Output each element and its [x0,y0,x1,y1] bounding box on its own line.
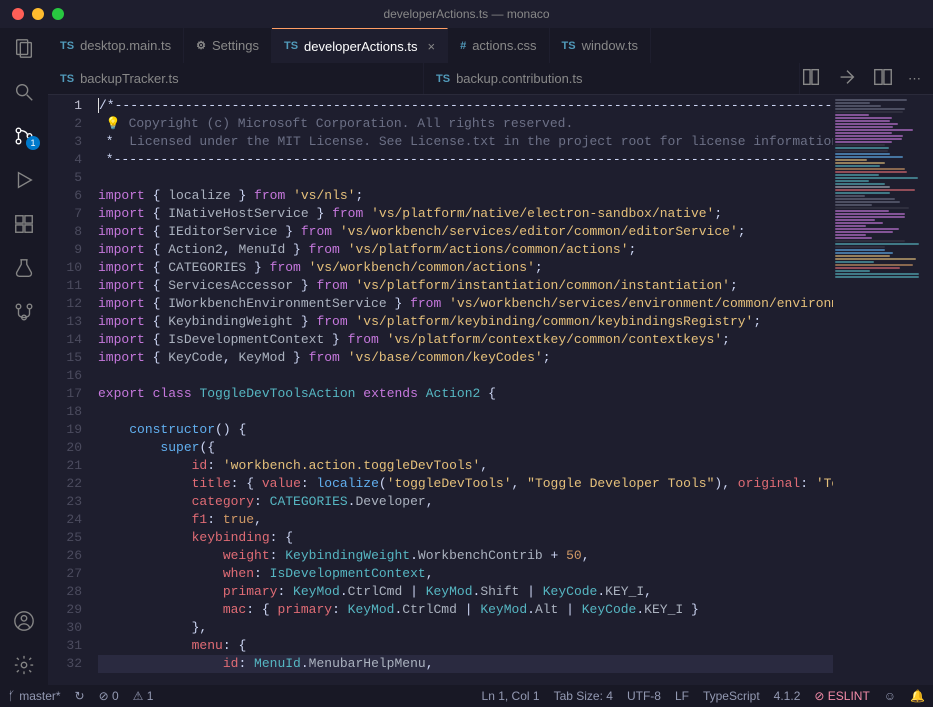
titlebar: developerActions.ts — monaco [0,0,933,28]
file-type-icon: TS [562,40,576,52]
split-icon[interactable] [872,66,894,91]
window-title: developerActions.ts — monaco [383,7,549,21]
tab-label: developerActions.ts [304,39,417,54]
sync-item[interactable]: ↻ [75,689,85,703]
line-gutter: 1234567891011121314151617181920212223242… [48,95,98,685]
tab-label: backupTracker.ts [80,71,179,86]
file-type-icon: TS [436,73,450,85]
window-minimize[interactable] [32,8,44,20]
tab-label: Settings [212,38,259,53]
testing-icon[interactable] [12,256,36,280]
close-icon[interactable]: × [427,39,435,54]
tab[interactable]: TS window.ts [550,28,651,63]
tab[interactable]: TS backup.contribution.ts [424,63,800,94]
tab[interactable]: # actions.css [448,28,549,63]
statusbar: ᚶ master* ↻ ⊘ 0 ⚠ 1 Ln 1, Col 1 Tab Size… [0,685,933,707]
tab-size[interactable]: Tab Size: 4 [554,689,613,703]
minimap[interactable] [833,95,933,685]
tab[interactable]: TS backupTracker.ts [48,63,424,94]
activity-bar: 1 [0,28,48,685]
tab-label: window.ts [582,38,638,53]
bell-icon[interactable]: 🔔 [910,689,925,703]
editor[interactable]: 1234567891011121314151617181920212223242… [48,95,933,685]
tab-label: desktop.main.ts [80,38,171,53]
tab[interactable]: TS developerActions.ts × [272,28,448,63]
file-type-icon: ⚙ [196,39,206,52]
tabs-secondary: TS backupTracker.ts TS backup.contribution.… [48,63,933,95]
tab-label: actions.css [472,38,536,53]
file-type-icon: # [460,40,466,52]
open-changes-icon[interactable] [800,66,822,91]
eslint-status[interactable]: ⊘ ESLINT [814,689,869,703]
scm-icon[interactable]: 1 [12,124,36,148]
file-type-icon: TS [60,40,74,52]
tab[interactable]: ⚙ Settings [184,28,272,63]
account-icon[interactable] [12,609,36,633]
references-icon[interactable] [12,300,36,324]
debug-icon[interactable] [12,168,36,192]
file-type-icon: TS [60,73,74,85]
errors-item[interactable]: ⊘ 0 [99,689,119,703]
cursor-position[interactable]: Ln 1, Col 1 [482,689,540,703]
window-maximize[interactable] [52,8,64,20]
settings-icon[interactable] [12,653,36,677]
scm-badge: 1 [26,136,40,150]
explorer-icon[interactable] [12,36,36,60]
compare-icon[interactable] [836,66,858,91]
ts-version[interactable]: 4.1.2 [774,689,801,703]
extensions-icon[interactable] [12,212,36,236]
eol[interactable]: LF [675,689,689,703]
search-icon[interactable] [12,80,36,104]
tab[interactable]: TS desktop.main.ts [48,28,184,63]
more-icon[interactable]: ⋯ [908,71,921,87]
tab-label: backup.contribution.ts [456,71,582,86]
encoding[interactable]: UTF-8 [627,689,661,703]
file-type-icon: TS [284,40,298,52]
warnings-item[interactable]: ⚠ 1 [133,689,154,703]
branch-item[interactable]: ᚶ master* [8,689,61,703]
language-mode[interactable]: TypeScript [703,689,760,703]
feedback-icon[interactable]: ☺ [884,689,896,703]
tabs-primary: TS desktop.main.ts ⚙ Settings TS developerAct… [48,28,933,63]
window-close[interactable] [12,8,24,20]
code-content[interactable]: /*--------------------------------------… [98,95,833,685]
